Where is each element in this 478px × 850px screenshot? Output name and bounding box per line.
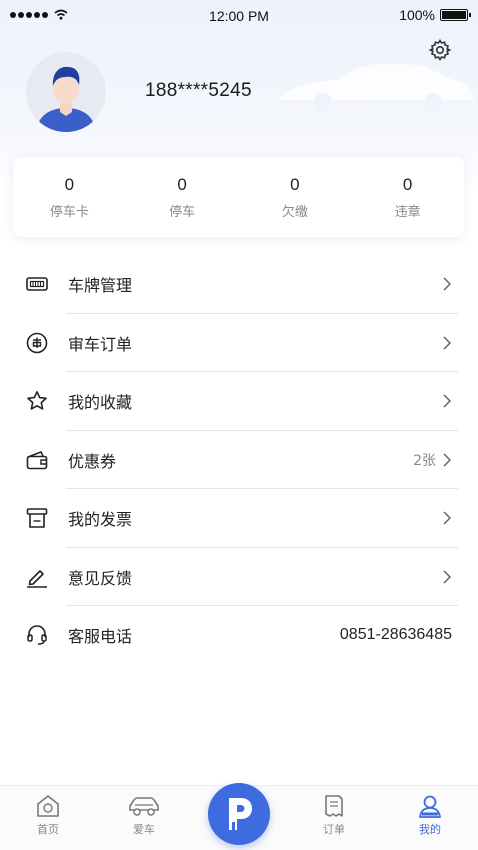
- menu-item-favorites[interactable]: 我的收藏: [0, 372, 478, 431]
- tab-home[interactable]: 首页: [18, 794, 78, 837]
- license-plate-icon: [26, 277, 48, 292]
- parking-button[interactable]: [208, 783, 270, 845]
- wallet-icon: [26, 450, 48, 470]
- inspection-icon: [26, 332, 48, 354]
- stat-value: 0: [290, 174, 300, 194]
- stat-label: 停车卡: [49, 204, 89, 220]
- menu-item-label: 我的发票: [68, 510, 133, 530]
- tab-my-car[interactable]: 爱车: [114, 794, 174, 837]
- chevron-right-icon: [443, 570, 452, 584]
- menu-list: 车牌管理 审车订单 我的收藏 优惠券 2张 我的发票 意见反馈 客服电话 085…: [0, 255, 478, 665]
- tab-label: 爱车: [133, 823, 155, 836]
- menu-item-label: 车牌管理: [68, 276, 133, 296]
- coupon-count: 2张: [413, 452, 436, 469]
- service-phone-number[interactable]: 0851-28636485: [340, 626, 452, 644]
- chevron-right-icon: [443, 277, 452, 291]
- chevron-right-icon: [443, 453, 452, 467]
- menu-item-license-plates[interactable]: 车牌管理: [0, 255, 478, 314]
- parking-p-icon: [229, 798, 252, 830]
- stat-arrears[interactable]: 0 欠缴: [239, 157, 352, 237]
- status-bar: 12:00 PM 100%: [0, 0, 478, 32]
- battery-indicator: 100%: [399, 7, 471, 23]
- chevron-right-icon: [443, 336, 452, 350]
- menu-item-invoices[interactable]: 我的发票: [0, 489, 478, 548]
- car-watermark-icon: [278, 63, 474, 111]
- avatar[interactable]: [26, 52, 106, 132]
- car-icon: [129, 797, 159, 816]
- menu-item-label: 意见反馈: [68, 568, 133, 588]
- headset-icon: [27, 625, 47, 645]
- person-icon: [419, 795, 441, 818]
- stat-violations[interactable]: 0 违章: [351, 157, 464, 237]
- stat-label: 欠缴: [281, 204, 308, 220]
- tab-label: 订单: [323, 823, 345, 836]
- tab-orders[interactable]: 订单: [304, 794, 364, 837]
- chevron-right-icon: [443, 394, 452, 408]
- stat-value: 0: [402, 174, 413, 194]
- stat-label: 违章: [394, 204, 421, 220]
- menu-item-coupons[interactable]: 优惠券 2张: [0, 431, 478, 489]
- battery-percent: 100%: [399, 7, 435, 23]
- receipt-icon: [325, 795, 343, 817]
- menu-item-label: 审车订单: [68, 334, 133, 354]
- menu-item-customer-service[interactable]: 客服电话 0851-28636485: [0, 606, 478, 665]
- tab-label: 首页: [37, 823, 59, 836]
- stats-card: 0 停车卡 0 停车 0 欠缴 0 违章: [13, 157, 464, 237]
- user-phone: 188****5245: [145, 80, 252, 101]
- menu-item-feedback[interactable]: 意见反馈: [0, 548, 478, 606]
- chevron-right-icon: [443, 511, 452, 525]
- tab-me[interactable]: 我的: [400, 794, 460, 837]
- menu-item-label: 优惠券: [68, 451, 117, 471]
- battery-icon: [440, 9, 471, 21]
- stat-parking[interactable]: 0 停车: [126, 157, 239, 237]
- home-icon: [37, 795, 59, 817]
- tab-label: 我的: [419, 823, 441, 836]
- pencil-icon: [27, 569, 47, 588]
- stat-value: 0: [64, 174, 75, 194]
- invoice-icon: [26, 508, 48, 529]
- gear-icon[interactable]: [428, 38, 452, 62]
- stat-label: 停车: [169, 204, 196, 220]
- user-avatar-icon: [36, 66, 96, 132]
- star-icon: [27, 391, 47, 410]
- stat-value: 0: [177, 174, 187, 194]
- stat-parking-card[interactable]: 0 停车卡: [13, 157, 126, 237]
- menu-item-inspection-orders[interactable]: 审车订单: [0, 314, 478, 372]
- menu-item-label: 客服电话: [68, 627, 133, 647]
- menu-item-label: 我的收藏: [68, 393, 133, 413]
